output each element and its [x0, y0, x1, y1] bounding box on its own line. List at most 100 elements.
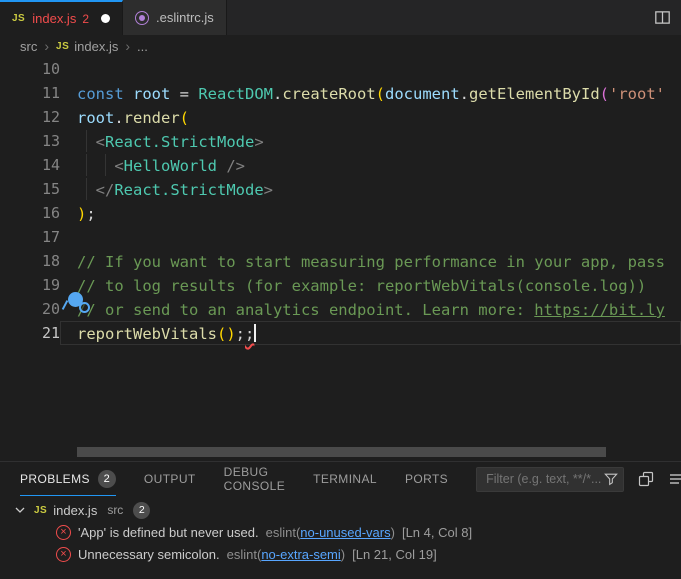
line-number[interactable]: 19	[0, 273, 60, 297]
code-token: <	[96, 133, 105, 151]
problem-item[interactable]: ×'App' is defined but never used.eslint(…	[0, 521, 681, 543]
panel-tab-problems[interactable]: PROBLEMS2	[20, 462, 116, 496]
panel-tab-terminal[interactable]: TERMINAL	[313, 462, 377, 496]
code-token: // If you want to start measuring perfor…	[77, 253, 665, 271]
problems-file-path: src	[107, 503, 123, 517]
line-content[interactable]: const root = ReactDOM.createRoot(documen…	[60, 81, 681, 105]
line-number[interactable]: 18	[0, 249, 60, 273]
problem-source-prefix: eslint(	[266, 525, 301, 540]
line-content[interactable]: root.render(	[60, 105, 681, 129]
problems-file-group[interactable]: JS index.js src 2	[0, 499, 681, 521]
error-icon: ×	[56, 547, 71, 562]
indent-guide	[86, 130, 87, 152]
line-content[interactable]: // or send to an analytics endpoint. Lea…	[60, 297, 681, 321]
line-content[interactable]: <React.StrictMode>	[60, 129, 681, 153]
line-number[interactable]: 21	[0, 321, 60, 345]
copy-icon[interactable]	[638, 471, 654, 487]
indent-guide	[86, 154, 87, 176]
tab-label: .eslintrc.js	[156, 10, 214, 25]
code-token: createRoot	[282, 85, 375, 103]
line-content[interactable]: // If you want to start measuring perfor…	[60, 249, 681, 273]
breadcrumb: src › JS index.js › ...	[0, 35, 681, 57]
line-number[interactable]: 12	[0, 105, 60, 129]
code-token: (	[376, 85, 385, 103]
line-number[interactable]: 13	[0, 129, 60, 153]
code-token: root	[77, 109, 114, 127]
eslint-rule-link[interactable]: no-extra-semi	[261, 547, 340, 562]
problems-count-badge: 2	[98, 470, 116, 488]
filter-input[interactable]	[484, 471, 604, 487]
list-icon[interactable]	[668, 471, 681, 487]
horizontal-scrollbar[interactable]	[77, 447, 606, 457]
problem-location: [Ln 21, Col 19]	[352, 547, 437, 562]
breadcrumb-symbol[interactable]: ...	[137, 39, 148, 54]
code-token	[124, 85, 133, 103]
code-line[interactable]: 10	[0, 57, 681, 81]
line-content[interactable]: <HelloWorld />	[60, 153, 681, 177]
line-number[interactable]: 14	[0, 153, 60, 177]
modified-indicator[interactable]	[101, 14, 110, 23]
line-content[interactable]: );	[60, 201, 681, 225]
line-content[interactable]: </React.StrictMode>	[60, 177, 681, 201]
code-line[interactable]: 15 </React.StrictMode>	[0, 177, 681, 201]
line-number[interactable]: 15	[0, 177, 60, 201]
line-number[interactable]: 16	[0, 201, 60, 225]
panel-tab-debug-console[interactable]: DEBUG CONSOLE	[224, 462, 285, 496]
split-editor-icon[interactable]	[654, 9, 671, 26]
line-number[interactable]: 11	[0, 81, 60, 105]
panel-tab-label: TERMINAL	[313, 472, 377, 486]
bottom-panel: PROBLEMS2 OUTPUT DEBUG CONSOLE TERMINAL PORT…	[0, 461, 681, 579]
breadcrumb-folder[interactable]: src	[20, 39, 37, 54]
code-line[interactable]: 11const root = ReactDOM.createRoot(docum…	[0, 81, 681, 105]
panel-tab-ports[interactable]: PORTS	[405, 462, 448, 496]
line-content[interactable]	[60, 225, 681, 249]
code-line[interactable]: 17	[0, 225, 681, 249]
panel-tab-output[interactable]: OUTPUT	[144, 462, 196, 496]
code-token: .	[273, 85, 282, 103]
code-line[interactable]: 19// to log results (for example: report…	[0, 273, 681, 297]
code-token: </	[96, 181, 115, 199]
filter-funnel-icon[interactable]	[604, 472, 618, 486]
code-token: <	[114, 157, 123, 175]
code-line[interactable]: 21reportWebVitals();;	[0, 321, 681, 345]
tab-problem-count: 2	[82, 12, 89, 26]
tab-index-js[interactable]: JS index.js 2	[0, 0, 123, 35]
indent-guide	[105, 154, 106, 176]
line-number[interactable]: 10	[0, 57, 60, 81]
breadcrumb-file[interactable]: index.js	[74, 39, 118, 54]
javascript-file-icon: JS	[12, 13, 25, 24]
line-content[interactable]	[60, 57, 681, 81]
line-number[interactable]: 20	[0, 297, 60, 321]
code-token: ;	[86, 205, 95, 223]
code-line[interactable]: 20// or send to an analytics endpoint. L…	[0, 297, 681, 321]
line-content[interactable]: reportWebVitals();;	[60, 321, 681, 345]
code-line[interactable]: 14 <HelloWorld />	[0, 153, 681, 177]
problem-source: eslint(no-unused-vars)	[266, 525, 395, 540]
code-token: document	[385, 85, 460, 103]
code-token: reportWebVitals	[77, 325, 217, 343]
problem-item[interactable]: ×Unnecessary semicolon.eslint(no-extra-s…	[0, 543, 681, 565]
code-token: (	[217, 325, 226, 343]
problem-message: Unnecessary semicolon.	[78, 547, 220, 562]
chevron-down-icon	[12, 502, 28, 518]
problem-location: [Ln 4, Col 8]	[402, 525, 472, 540]
code-token: React.StrictMode	[114, 181, 263, 199]
problem-rows: ×'App' is defined but never used.eslint(…	[0, 521, 681, 565]
code-line[interactable]: 16);	[0, 201, 681, 225]
eslint-rule-link[interactable]: no-unused-vars	[300, 525, 390, 540]
tab-label: index.js	[32, 11, 76, 26]
tab-bar-spacer	[227, 0, 681, 35]
comment-link[interactable]: https://bit.ly	[534, 301, 665, 319]
code-token: const	[77, 85, 124, 103]
code-line[interactable]: 12root.render(	[0, 105, 681, 129]
line-content[interactable]: // to log results (for example: reportWe…	[60, 273, 681, 297]
code-token: .	[114, 109, 123, 127]
code-line[interactable]: 13 <React.StrictMode>	[0, 129, 681, 153]
code-editor[interactable]: 1011const root = ReactDOM.createRoot(doc…	[0, 57, 681, 461]
problem-source-suffix: )	[341, 547, 345, 562]
problems-filter	[476, 467, 624, 492]
code-token	[77, 157, 114, 175]
tab-eslintrc-js[interactable]: .eslintrc.js	[123, 0, 227, 35]
line-number[interactable]: 17	[0, 225, 60, 249]
code-line[interactable]: 18 // If you want to start measuring perf…	[0, 249, 681, 273]
